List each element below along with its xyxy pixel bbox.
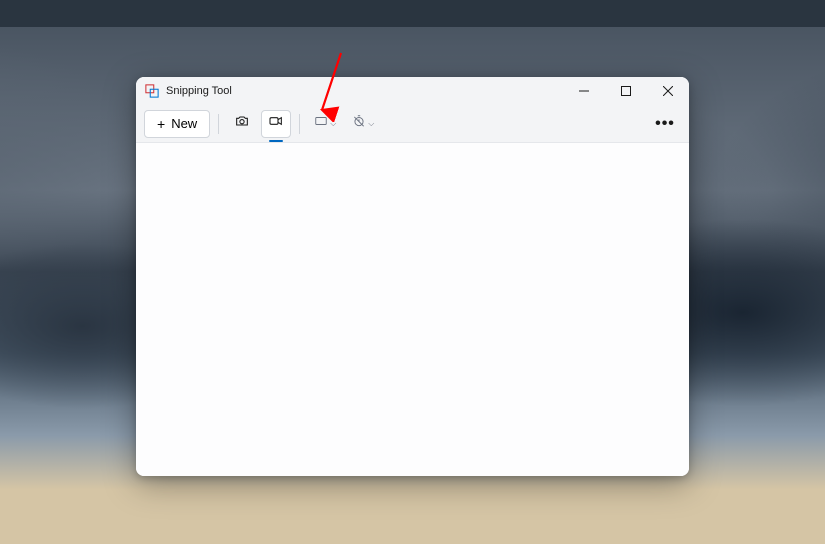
titlebar[interactable]: Snipping Tool <box>136 77 689 105</box>
window-title: Snipping Tool <box>166 85 563 97</box>
snip-shape-dropdown[interactable]: ⌵ <box>308 110 342 137</box>
snip-mode-button[interactable] <box>227 110 257 138</box>
minimize-button[interactable] <box>563 77 605 105</box>
chevron-down-icon: ⌵ <box>368 119 374 129</box>
new-button-label: New <box>171 116 197 131</box>
toolbar: + New <box>136 105 689 143</box>
rectangle-icon <box>314 114 328 133</box>
video-icon <box>268 113 284 134</box>
plus-icon: + <box>157 116 165 132</box>
maximize-button[interactable] <box>605 77 647 105</box>
chevron-down-icon: ⌵ <box>330 119 336 129</box>
delay-dropdown[interactable]: ⌵ <box>346 110 380 137</box>
snipping-tool-window: Snipping Tool + New <box>136 77 689 476</box>
ellipsis-icon: ••• <box>655 115 675 133</box>
content-area <box>136 143 689 476</box>
close-button[interactable] <box>647 77 689 105</box>
toolbar-divider <box>299 114 300 134</box>
window-controls <box>563 77 689 105</box>
camera-icon <box>234 113 250 134</box>
more-options-button[interactable]: ••• <box>649 110 681 138</box>
new-button[interactable]: + New <box>144 110 210 138</box>
toolbar-divider <box>218 114 219 134</box>
app-icon <box>144 83 160 99</box>
record-mode-button[interactable] <box>261 110 291 138</box>
timer-off-icon <box>352 114 366 133</box>
